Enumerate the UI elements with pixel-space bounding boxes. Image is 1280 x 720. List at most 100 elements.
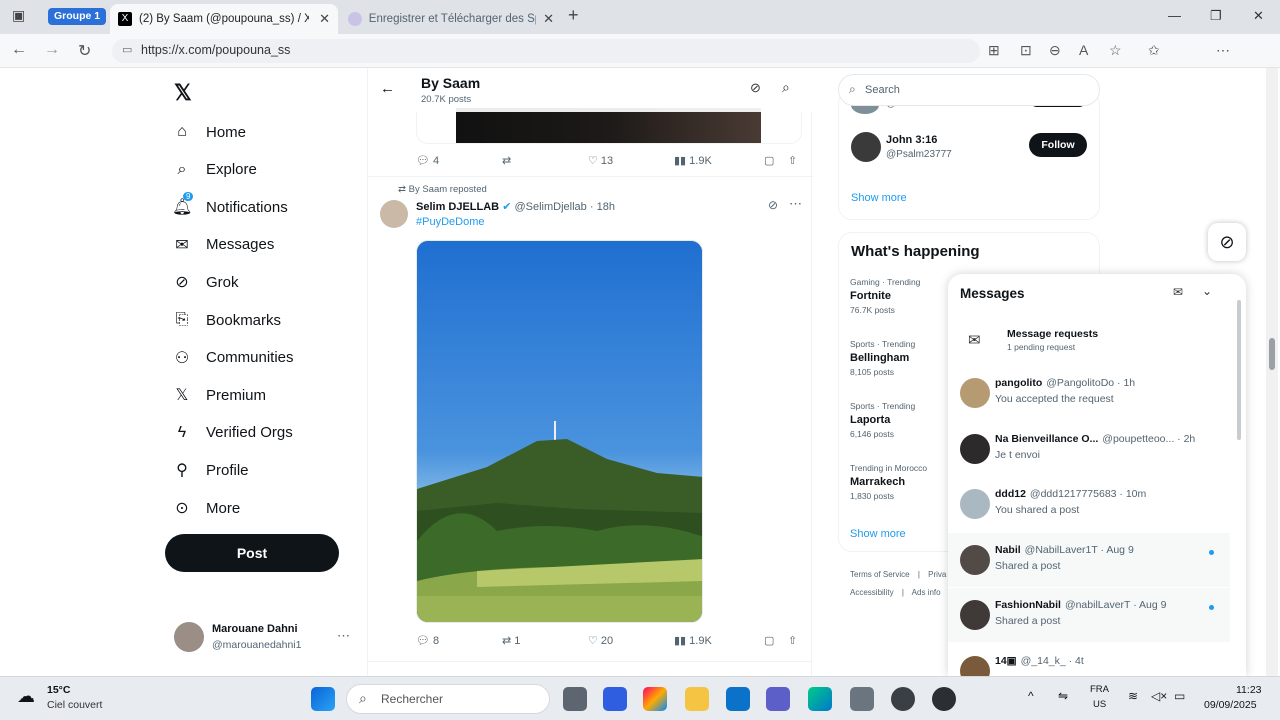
reply-button[interactable]: 💬︎ 8 [416,634,502,647]
post-button[interactable]: Post [165,534,339,572]
conversation-item[interactable]: Nabil @NabilLaver1T · Aug 9 Shared a post [948,532,1230,587]
follow-button[interactable]: Follow [1029,133,1087,157]
close-window-icon[interactable]: ✕ [1253,8,1264,24]
views-button[interactable]: ▮▮ 1.9K [674,154,764,167]
collapse-drawer-icon[interactable]: ⌄ [1202,284,1212,298]
media-player-icon[interactable] [932,687,956,711]
previous-post-media[interactable] [456,108,761,143]
trend-item[interactable]: Sports · TrendingBellingham8,105 posts⋯ [850,339,1090,377]
suggested-user-avatar[interactable] [851,132,881,162]
reply-button[interactable]: 💬︎ 4 [416,154,502,167]
site-info-icon[interactable]: ▭ [122,43,132,56]
language-bottom[interactable]: US [1093,699,1106,710]
post-more-icon[interactable]: ⋯ [789,196,802,212]
wifi-icon[interactable]: ≋ [1128,689,1138,703]
sidebar-item-premium[interactable]: 𝕏 Premium [172,383,266,407]
clock-time[interactable]: 11:23 [1236,684,1262,696]
sidebar-item-grok[interactable]: ⊘ Grok [172,270,238,294]
favorites-icon[interactable]: ✩ [1148,42,1160,59]
drawer-scrollbar[interactable] [1236,288,1242,668]
read-aloud-icon[interactable]: A [1079,42,1088,58]
like-button[interactable]: ♡ 20 [588,634,674,647]
bookmark-button[interactable]: ▢ [764,634,788,647]
refresh-icon[interactable]: ↻ [78,41,91,61]
start-button[interactable] [311,687,335,711]
tab-actions-icon[interactable]: ▣ [12,7,25,24]
copilot-app-icon[interactable] [643,687,667,711]
suggested-user-name[interactable]: John 3:16 [886,134,937,146]
sidebar-item-notifications[interactable]: 🔔︎ 9 Notifications [172,192,288,219]
clock-date[interactable]: 09/09/2025 [1204,699,1257,711]
tab-group-label[interactable]: Groupe 1 [48,8,107,25]
search-icon[interactable]: ⌕ [782,79,790,96]
sidebar-item-home[interactable]: ⌂ Home [172,120,246,144]
sidebar-item-bookmarks[interactable]: ⎘ Bookmarks [172,308,281,332]
account-name[interactable]: Marouane Dahni [212,623,298,635]
message-requests-title[interactable]: Message requests [1007,328,1098,340]
favorite-icon[interactable]: ☆ [1109,42,1122,59]
grok-icon[interactable]: ⊘ [750,80,761,96]
terms-link[interactable]: Terms of Service [850,570,910,579]
forward-icon[interactable]: → [44,41,60,59]
repost-button[interactable]: ⇄ [502,154,588,167]
account-avatar[interactable] [174,622,204,652]
sidebar-item-verified-orgs[interactable]: ϟ Verified Orgs [172,421,293,445]
weather-icon[interactable]: ☁ [17,686,35,707]
zoom-icon[interactable]: ⊖ [1049,42,1061,59]
tab-x-profile[interactable]: X (2) By Saam (@poupouna_ss) / X ✕ [110,4,338,34]
page-scrollbar[interactable] [1266,68,1278,676]
trend-item[interactable]: Sports · TrendingLaporta6,146 posts⋯ [850,401,1090,439]
conversation-item[interactable]: FashionNabil @nabilLaverT · Aug 9 Shared a… [948,588,1230,642]
weather-temp[interactable]: 15°C [47,684,70,696]
sidebar-item-messages[interactable]: ✉ Messages [172,233,274,257]
close-tab-icon[interactable]: ✕ [543,11,554,27]
grok-post-icon[interactable]: ⊘ [768,198,778,212]
bookmark-button[interactable]: ▢ [764,154,788,167]
search-input[interactable]: ⌕ Search [838,74,1100,106]
outlook-icon[interactable] [726,687,750,711]
restore-icon[interactable]: ❐ [1210,8,1222,24]
trend-item[interactable]: Trending in MoroccoMarrakech1,830 posts⋯ [850,463,1090,501]
back-icon[interactable]: ← [11,41,27,59]
grok-floating-button[interactable]: ⊘ [1208,223,1246,261]
weather-desc[interactable]: Ciel couvert [47,699,102,711]
teams-icon[interactable] [766,687,790,711]
language-top[interactable]: FRA [1090,684,1109,695]
menu-icon[interactable]: ⋯ [1216,42,1230,59]
conversation-item[interactable]: ddd12 @ddd1217775683 · 10m You shared a po… [948,477,1230,531]
translate-icon[interactable]: ⊡ [1020,42,1032,59]
battery-icon[interactable]: ▭ [1174,689,1185,703]
post-author-avatar[interactable] [380,200,408,228]
share-button[interactable]: ⇧ [788,634,797,647]
tray-overflow-icon[interactable]: ^ [1028,689,1034,703]
url-field[interactable]: ▭ https://x.com/poupouna_ss [112,39,980,63]
x-logo-icon[interactable]: 𝕏 [174,80,192,106]
task-view-icon[interactable] [563,687,587,711]
repost-button[interactable]: ⇄ 1 [502,634,588,647]
new-tab-button[interactable]: + [568,5,579,26]
network-status-icon[interactable]: ⇋ [1058,689,1068,703]
conversation-item[interactable]: pangolito @PangolitoDo · 1h You accepted t… [948,366,1230,420]
show-more-link[interactable]: Show more [851,192,907,204]
post-author-handle[interactable]: @SelimDjellab [514,201,586,213]
sidebar-item-communities[interactable]: ⚇ Communities [172,346,294,370]
recorder-icon[interactable] [891,687,915,711]
back-arrow-icon[interactable]: ← [380,80,395,97]
account-more-icon[interactable]: ⋯ [337,628,350,644]
like-button[interactable]: ♡ 13 [588,154,674,167]
tab-recorder[interactable]: Enregistrer et Télécharger des Sp ✕ [340,4,562,34]
post-time[interactable]: · 18h [590,201,615,213]
sidebar-item-more[interactable]: ⊙ More [172,496,240,520]
taskbar-search[interactable]: ⌕ Rechercher [346,684,550,714]
sidebar-item-profile[interactable]: ⚲ Profile [172,458,248,482]
suggested-user-handle[interactable]: @Psalm23777 [886,149,952,160]
privacy-link[interactable]: Priva [928,570,946,579]
post-image[interactable] [416,240,703,623]
minimize-icon[interactable]: — [1168,8,1181,23]
show-more-trends-link[interactable]: Show more [850,528,906,540]
edge-icon[interactable] [808,687,832,711]
post-hashtag[interactable]: #PuyDeDome [416,216,484,228]
close-tab-icon[interactable]: ✕ [319,11,330,27]
views-button[interactable]: ▮▮ 1.9K [674,634,764,647]
share-button[interactable]: ⇧ [788,154,797,167]
